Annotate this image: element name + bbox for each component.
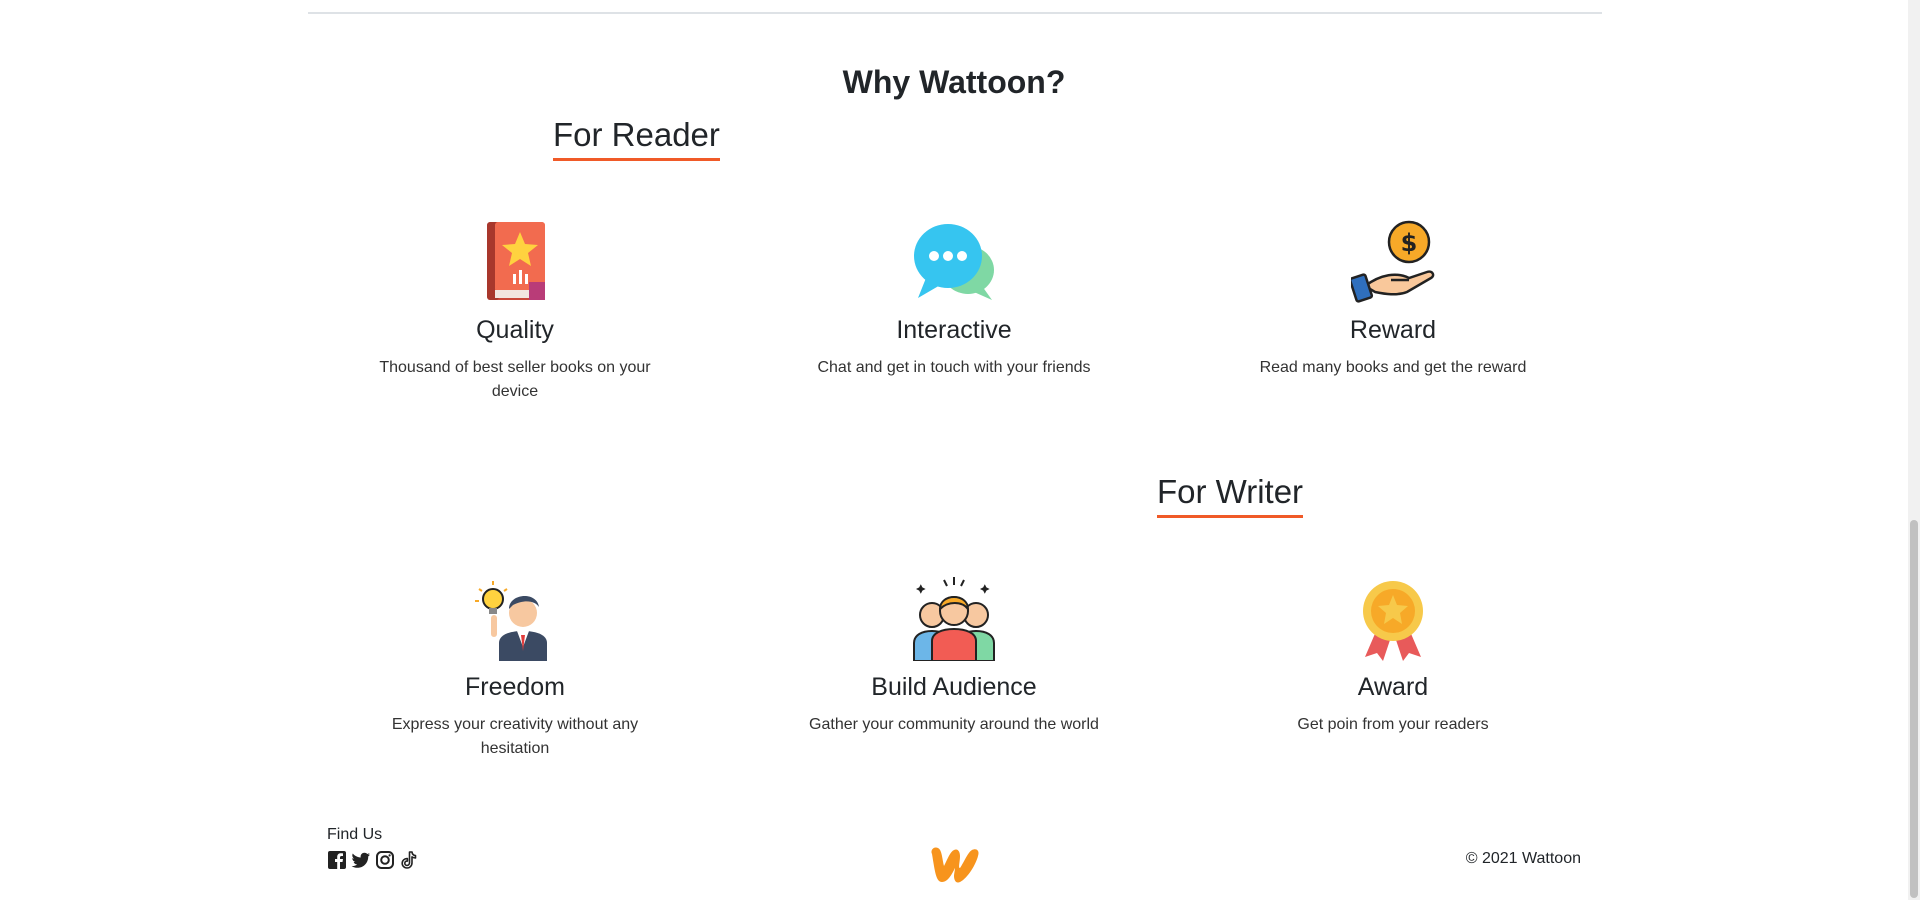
feature-description: Thousand of best seller books on your de… <box>379 359 651 400</box>
feature-title: Quality <box>476 316 554 344</box>
businessman-idea-icon <box>475 581 547 661</box>
chat-bubbles-icon <box>914 224 994 300</box>
feature-description: Read many books and get the reward <box>1259 359 1527 376</box>
feature-freedom: Freedom Express your creativity without … <box>365 577 665 761</box>
footer: Find Us © 2021 Wattoon <box>0 820 1908 900</box>
feature-build-audience: Build Audience Gather your community aro… <box>804 577 1104 737</box>
audience-group-icon <box>913 577 995 661</box>
wattoon-logo[interactable] <box>928 844 982 886</box>
feature-description: Gather your community around the world <box>809 716 1099 733</box>
find-us-label: Find Us <box>327 826 383 843</box>
page: Why Wattoon? For Reader Quality Thousand… <box>0 0 1920 900</box>
section-title: Why Wattoon? <box>842 64 1066 100</box>
social-links <box>327 850 419 870</box>
vertical-scrollbar[interactable] <box>1908 0 1920 900</box>
reader-heading: For Reader <box>553 114 720 161</box>
feature-reward: $ Reward Read many books and get the rew… <box>1243 220 1543 380</box>
feature-title: Build Audience <box>871 673 1037 701</box>
feature-description: Express your creativity without any hesi… <box>391 716 639 757</box>
book-star-icon <box>487 222 545 300</box>
feature-title: Reward <box>1349 316 1437 344</box>
feature-description: Chat and get in touch with your friends <box>817 359 1091 376</box>
facebook-icon[interactable] <box>327 850 347 870</box>
feature-description: Get poin from your readers <box>1297 716 1489 733</box>
copyright-text: © 2021 Wattoon <box>1465 850 1581 867</box>
feature-title: Interactive <box>896 316 1012 344</box>
instagram-icon[interactable] <box>375 850 395 870</box>
medal-icon <box>1363 581 1423 661</box>
feature-quality: Quality Thousand of best seller books on… <box>365 220 665 404</box>
svg-text:$: $ <box>1401 229 1418 257</box>
feature-interactive: Interactive Chat and get in touch with y… <box>804 220 1104 380</box>
divider <box>308 12 1602 14</box>
scrollbar-thumb[interactable] <box>1910 520 1918 898</box>
feature-title: Freedom <box>464 673 566 701</box>
feature-title: Award <box>1357 673 1429 701</box>
hand-coin-icon: $ <box>1351 220 1435 303</box>
feature-award: Award Get poin from your readers <box>1243 577 1543 737</box>
tiktok-icon[interactable] <box>399 850 419 870</box>
twitter-icon[interactable] <box>351 850 371 870</box>
writer-heading: For Writer <box>1157 471 1304 518</box>
find-us: Find Us <box>327 826 419 870</box>
